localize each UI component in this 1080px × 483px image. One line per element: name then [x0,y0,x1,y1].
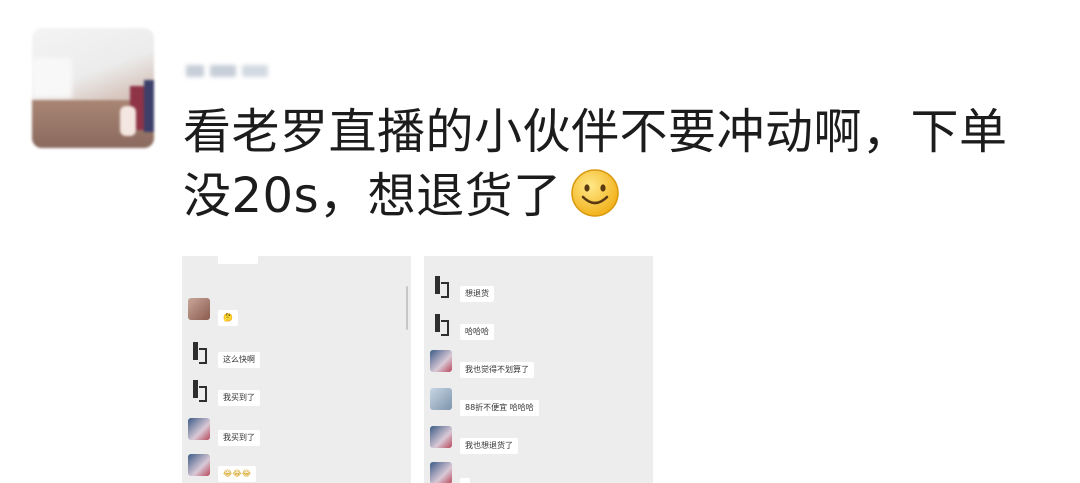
avatar [430,312,452,336]
avatar [188,454,210,476]
scrollbar [406,286,408,330]
smiley-face-icon [570,169,619,217]
chat-message: 🤔 [188,298,238,326]
sender-name [218,378,260,385]
poster-nickname[interactable] [186,62,268,80]
sender-name [460,462,470,469]
sender-name [218,418,260,425]
chat-message [430,462,470,483]
chat-screenshot-right[interactable]: 想退货 哈哈哈 我也觉得不划算了 88折不便宜 哈哈哈 我也想退货了 [424,256,653,483]
chat-message: 88折不便宜 哈哈哈 [430,388,539,416]
sender-name [218,298,238,305]
chat-message: 我也想退货了 [430,426,518,454]
message-bubble: 我买到了 [218,430,260,446]
avatar-object [144,80,154,132]
message-bubble: 😂😂😂 [218,466,257,482]
chat-message: 😂😂😂 [188,454,257,482]
message-bubble: 这么快啊 [218,352,260,368]
sender-name [218,340,260,347]
chat-message: 我买到了 [188,418,260,446]
avatar [430,388,452,410]
message-bubble: 88折不便宜 哈哈哈 [460,400,539,416]
sender-name [460,312,494,319]
chat-message: 想退货 [430,274,494,302]
sender-name [460,350,534,357]
message-bubble: 哈哈哈 [460,324,494,340]
avatar [188,418,210,440]
avatar [188,298,210,320]
partial-bubble [218,256,258,264]
message-bubble: 我买到了 [218,390,260,406]
sender-name [460,426,518,433]
avatar [430,426,452,448]
avatar-figure [120,106,136,136]
message-bubble [460,478,470,483]
avatar [188,378,210,402]
chat-message: 哈哈哈 [430,312,494,340]
message-bubble: 想退货 [460,286,494,302]
avatar [188,340,210,364]
poster-avatar[interactable] [32,28,154,148]
message-bubble: 我也觉得不划算了 [460,362,534,378]
chat-message: 我买到了 [188,378,260,406]
chat-screenshot-left[interactable]: 🤔 这么快啊 我买到了 我买到了 😂😂😂 [182,256,411,483]
chat-message: 我也觉得不划算了 [430,350,534,378]
sender-name [460,274,494,281]
message-bubble: 🤔 [218,310,238,326]
message-bubble: 我也想退货了 [460,438,518,454]
chat-message: 这么快啊 [188,340,260,368]
sender-name [218,454,256,461]
avatar [430,274,452,298]
avatar [430,462,452,483]
avatar [430,350,452,372]
post-text: 看老罗直播的小伙伴不要冲动啊，下单没20s，想退货了 [183,100,1053,228]
sender-name [460,388,539,395]
avatar-wall [32,58,72,98]
